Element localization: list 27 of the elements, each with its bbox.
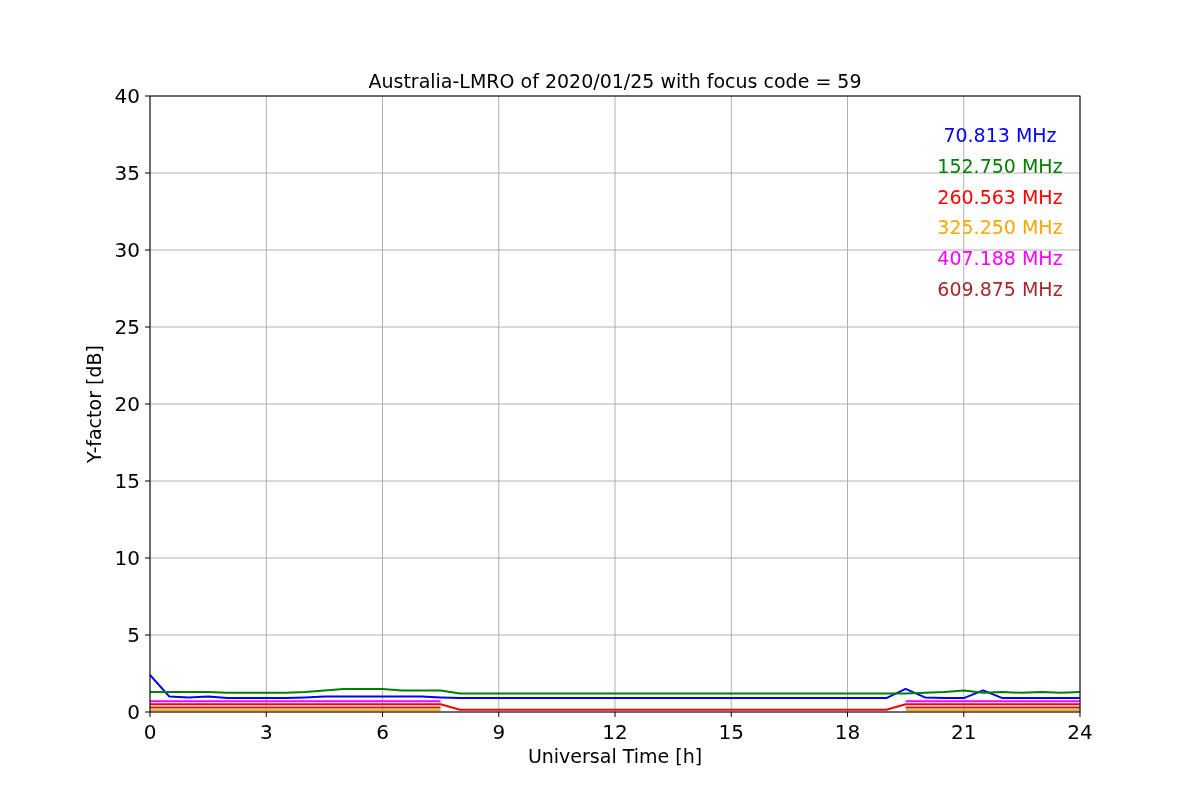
x-tick-label: 3 — [259, 720, 273, 744]
y-tick-label: 20 — [114, 392, 140, 416]
x-tick-label: 15 — [718, 720, 744, 744]
x-tick-label: 12 — [602, 720, 628, 744]
legend-label: 152.750 MHz — [937, 154, 1063, 177]
x-tick-label: 24 — [1067, 720, 1093, 744]
legend-label: 325.250 MHz — [937, 216, 1063, 239]
y-tick-label: 25 — [114, 315, 140, 339]
x-tick-label: 9 — [492, 720, 506, 744]
x-tick-label: 21 — [951, 720, 977, 744]
x-axis-label: Universal Time [h] — [527, 745, 703, 767]
x-tick-label: 0 — [143, 720, 157, 744]
legend-label: 70.813 MHz — [943, 124, 1057, 146]
y-tick-label: 35 — [114, 161, 140, 185]
y-tick-label: 15 — [114, 469, 140, 493]
legend-label: 260.563 MHz — [937, 185, 1063, 208]
legend-label: 609.875 MHz — [937, 278, 1063, 300]
legend-label: 407.188 MHz — [937, 247, 1063, 270]
x-tick-label: 18 — [834, 720, 861, 744]
x-tick-label: 6 — [376, 720, 389, 744]
y-tick-label: 30 — [114, 238, 140, 262]
y-tick-label: 40 — [114, 84, 140, 108]
y-tick-label: 0 — [127, 700, 140, 724]
y-tick-label: 10 — [114, 546, 140, 570]
y-tick-label: 5 — [127, 623, 140, 647]
y-axis-label: Y-factor [dB] — [83, 345, 105, 463]
chart-title: Australia-LMRO of 2020/01/25 with focus code = 59 — [368, 70, 862, 92]
